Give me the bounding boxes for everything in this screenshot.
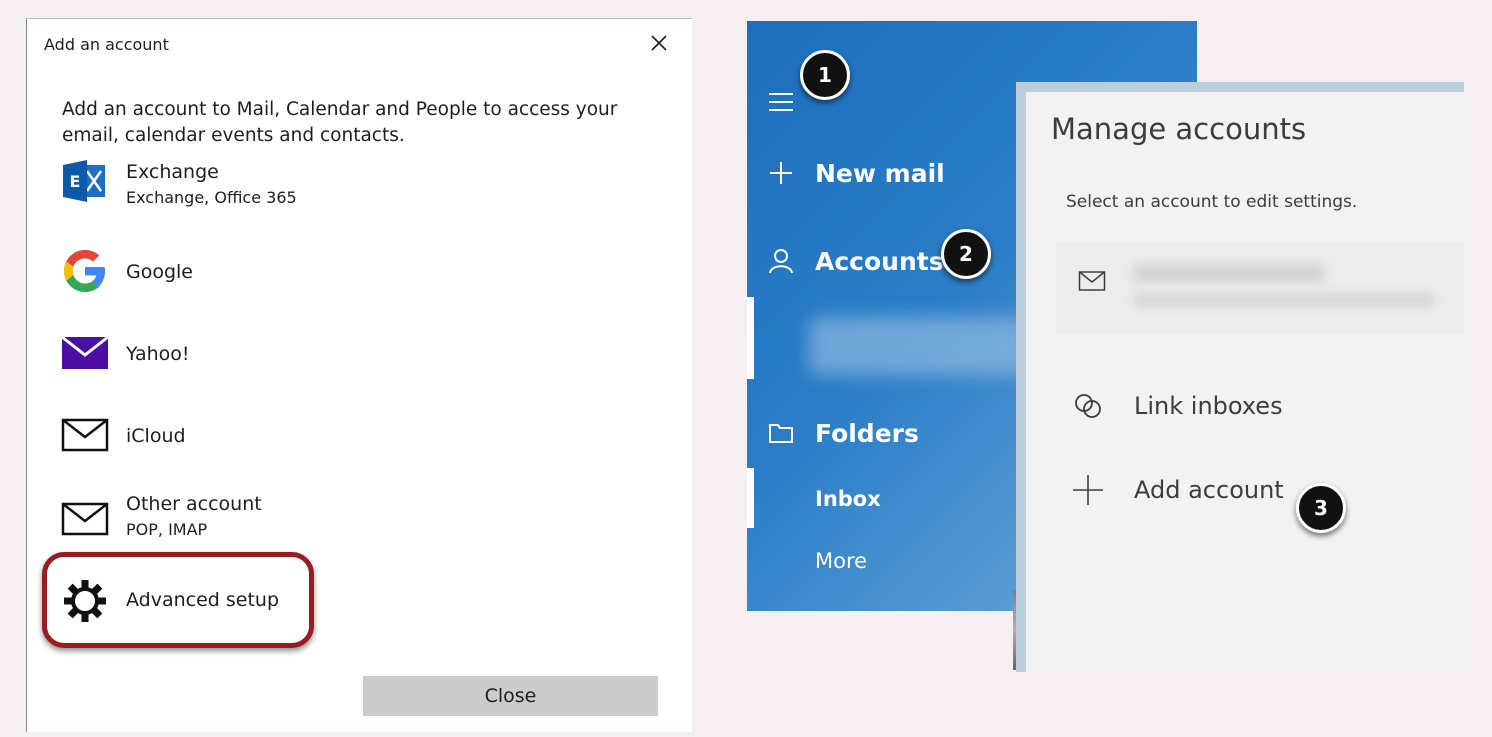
folders-label: Folders [815, 418, 919, 448]
provider-name: Google [126, 261, 194, 283]
provider-yahoo[interactable]: Yahoo! [59, 327, 479, 391]
provider-google[interactable]: Google [59, 245, 479, 309]
callout-badge-2: 2 [941, 229, 991, 279]
provider-name: Yahoo! [126, 343, 190, 365]
mail-icon [59, 409, 111, 461]
add-account-dialog: Add an account Add an account to Mail, C… [26, 18, 692, 732]
callout-badge-1: 1 [800, 50, 850, 100]
folder-more[interactable]: More [815, 549, 867, 573]
plus-icon [767, 159, 795, 187]
close-button[interactable]: Close [363, 676, 658, 716]
dialog-intro: Add an account to Mail, Calendar and Peo… [62, 99, 618, 146]
inbox-selection-bar [747, 468, 754, 528]
link-inboxes-label: Link inboxes [1134, 392, 1283, 420]
link-inboxes-button[interactable]: Link inboxes [1070, 386, 1283, 426]
provider-exchange[interactable]: E Exchange Exchange, Office 365 [59, 155, 479, 219]
svg-text:E: E [70, 172, 81, 191]
hamburger-menu-icon[interactable] [767, 91, 795, 113]
folders-button[interactable]: Folders [767, 413, 919, 453]
provider-name: Other account [126, 493, 262, 515]
provider-other-account[interactable]: Other account POP, IMAP [59, 487, 479, 551]
add-account-button[interactable]: Add account [1070, 470, 1284, 510]
manage-accounts-panel: Manage accounts Select an account to edi… [1016, 82, 1464, 672]
exchange-icon: E [59, 155, 111, 207]
person-icon [767, 247, 795, 275]
callout-badge-3: 3 [1296, 483, 1346, 533]
add-account-label: Add account [1134, 476, 1284, 504]
blurred-account-name [1134, 264, 1324, 282]
provider-icloud[interactable]: iCloud [59, 409, 479, 473]
blurred-account-entry[interactable] [809, 317, 1029, 375]
manage-accounts-title: Manage accounts [1051, 112, 1307, 146]
close-icon[interactable] [647, 31, 671, 55]
account-row[interactable] [1056, 242, 1464, 334]
accounts-label: Accounts [815, 246, 944, 276]
provider-subtitle: POP, IMAP [126, 520, 208, 539]
accounts-button[interactable]: Accounts [767, 241, 944, 281]
provider-name: iCloud [126, 425, 186, 447]
link-icon [1070, 388, 1106, 424]
account-selection-bar [747, 297, 754, 379]
google-icon [59, 245, 111, 297]
manage-accounts-subtitle: Select an account to edit settings. [1066, 192, 1358, 212]
plus-icon [1070, 472, 1106, 508]
yahoo-icon [59, 327, 111, 379]
new-mail-button[interactable]: New mail [767, 153, 945, 193]
new-mail-label: New mail [815, 158, 945, 188]
provider-name: Exchange [126, 161, 219, 183]
mail-icon [1078, 270, 1106, 292]
folder-icon [767, 419, 795, 447]
advanced-setup-highlight [42, 552, 314, 648]
blurred-account-email [1134, 292, 1434, 308]
mail-icon [59, 493, 111, 545]
provider-subtitle: Exchange, Office 365 [126, 188, 297, 207]
folder-inbox[interactable]: Inbox [815, 487, 881, 511]
dialog-title: Add an account [44, 35, 169, 54]
